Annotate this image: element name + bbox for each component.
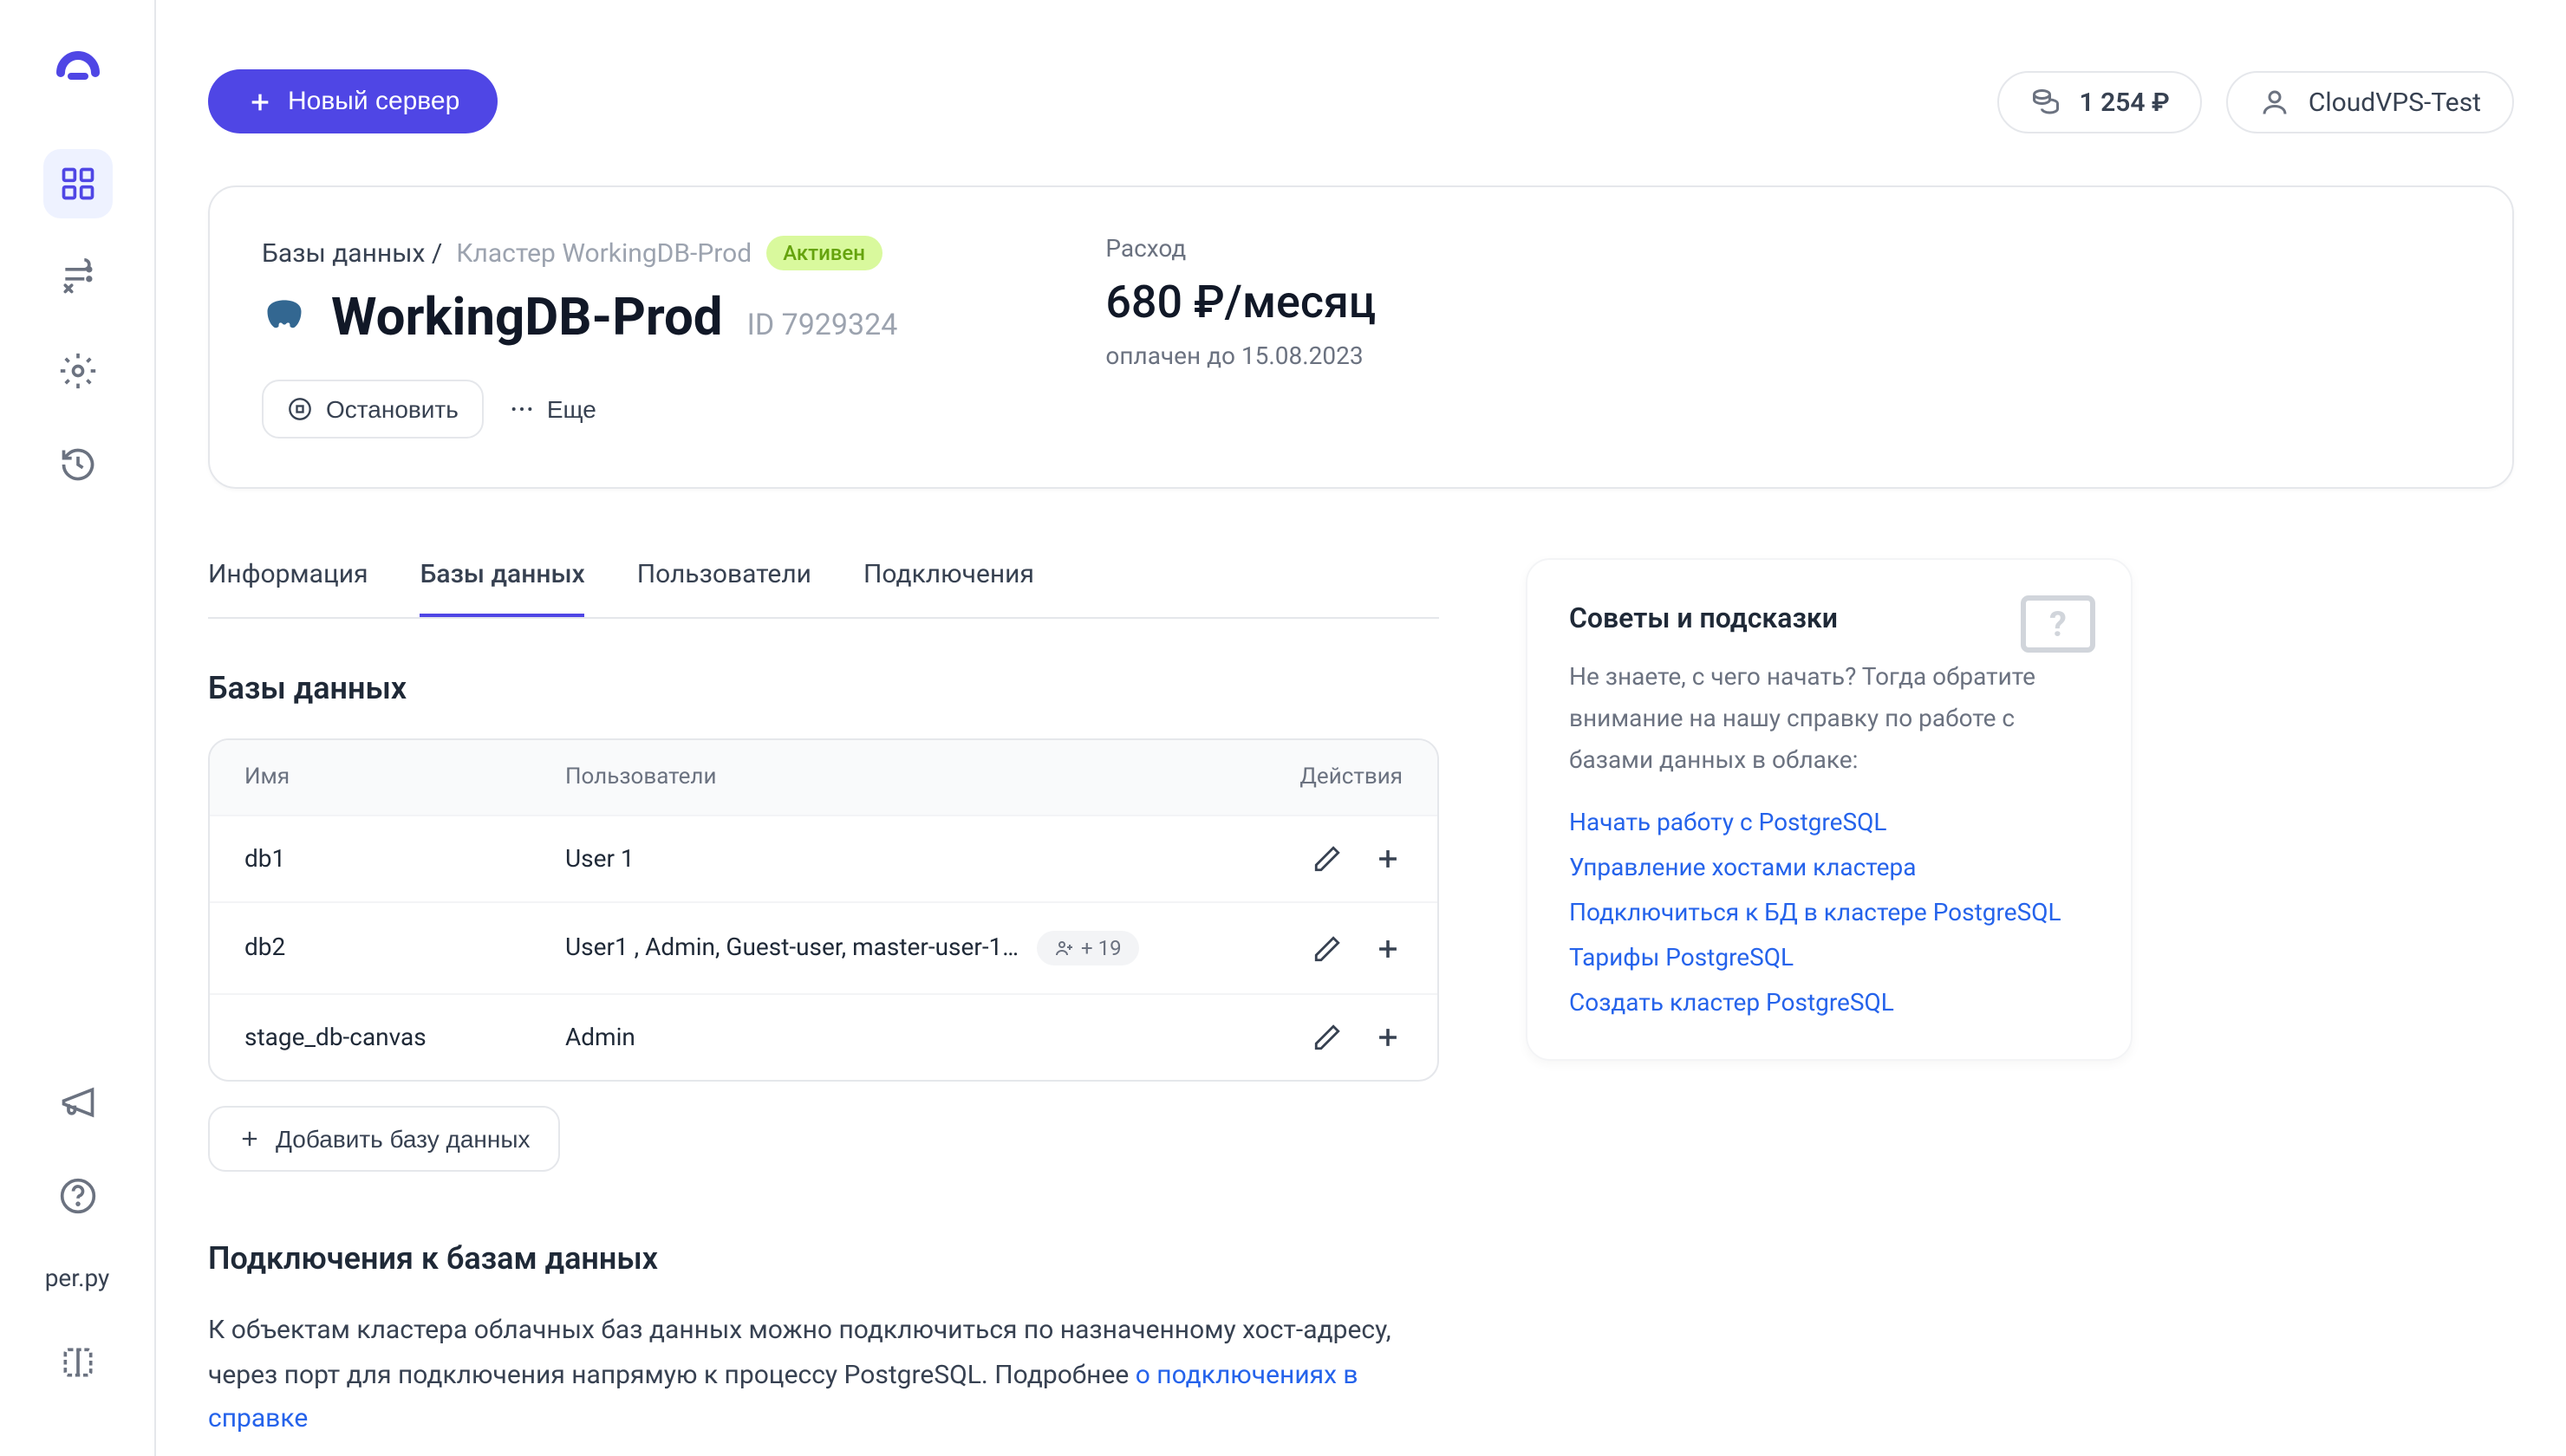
tips-title: Советы и подсказки <box>1569 601 2089 634</box>
stop-icon <box>288 397 312 421</box>
edit-button[interactable] <box>1312 933 1342 963</box>
tips-text: Не знаете, с чего начать? Тогда обратите… <box>1569 659 2089 783</box>
tab-databases[interactable]: Базы данных <box>420 558 585 617</box>
db-name: stage_db-canvas <box>244 1024 565 1051</box>
add-database-button[interactable]: Добавить базу данных <box>208 1106 559 1172</box>
pencil-icon <box>1312 933 1342 963</box>
topbar: Новый сервер 1 254 ₽ CloudVPS-Test <box>208 69 2514 133</box>
user-icon <box>2260 86 2291 117</box>
add-button[interactable] <box>1373 933 1403 963</box>
db-users: Admin <box>565 1024 635 1051</box>
nav-dashboard-icon[interactable] <box>42 149 112 218</box>
expense-until: оплачен до 15.08.2023 <box>1105 343 1376 371</box>
sidebar: per.py <box>0 0 156 1456</box>
col-name: Имя <box>244 764 565 790</box>
plus-icon <box>1373 844 1403 874</box>
plus-icon <box>238 1127 262 1151</box>
databases-table: Имя Пользователи Действия db1 User 1 db2 <box>208 738 1439 1082</box>
coins-icon <box>2030 86 2061 117</box>
nav-history-icon[interactable] <box>42 430 112 499</box>
pencil-icon <box>1312 844 1342 874</box>
more-users-badge[interactable]: + 19 <box>1036 931 1139 965</box>
nav-collapse-icon[interactable] <box>42 1328 112 1397</box>
status-badge: Активен <box>765 236 882 270</box>
postgresql-icon <box>262 296 307 341</box>
add-button[interactable] <box>1373 1023 1403 1052</box>
plus-icon <box>1373 1023 1403 1052</box>
col-users: Пользователи <box>565 764 1247 790</box>
nav-announcement-icon[interactable] <box>42 1068 112 1137</box>
db-users: User 1 <box>565 845 635 873</box>
help-icon: ? <box>2020 595 2096 664</box>
table-row: db2 User1 , Admin, Guest-user, master-us… <box>210 901 1437 993</box>
more-label: Еще <box>547 395 596 423</box>
new-server-label: Новый сервер <box>288 87 459 116</box>
databases-section-title: Базы данных <box>208 671 1439 707</box>
edit-button[interactable] <box>1312 1023 1342 1052</box>
add-database-label: Добавить базу данных <box>276 1125 530 1153</box>
tabs: Информация Базы данных Пользователи Подк… <box>208 558 1439 619</box>
more-button[interactable]: Еще <box>509 395 596 423</box>
new-server-button[interactable]: Новый сервер <box>208 69 498 133</box>
dots-icon <box>509 395 537 423</box>
breadcrumb-current: Кластер WorkingDB-Prod <box>456 237 752 269</box>
file-label: per.py <box>45 1265 110 1293</box>
nav-settings-icon[interactable] <box>42 336 112 406</box>
breadcrumb: Базы данных / Кластер WorkingDB-Prod Акт… <box>262 236 897 270</box>
account-name: CloudVPS-Test <box>2309 86 2481 117</box>
tips-link[interactable]: Создать кластер PostgreSQL <box>1569 991 2089 1018</box>
tab-info[interactable]: Информация <box>208 558 368 617</box>
tips-link[interactable]: Тарифы PostgreSQL <box>1569 946 2089 973</box>
balance-amount: 1 254 ₽ <box>2079 86 2169 117</box>
pencil-icon <box>1312 1023 1342 1052</box>
table-row: stage_db-canvas Admin <box>210 993 1437 1080</box>
col-actions: Действия <box>1247 764 1403 790</box>
breadcrumb-root[interactable]: Базы данных / <box>262 237 442 269</box>
cluster-card: Базы данных / Кластер WorkingDB-Prod Акт… <box>208 185 2514 489</box>
stop-label: Остановить <box>326 395 459 423</box>
svg-text:?: ? <box>2049 604 2067 645</box>
db-name: db2 <box>244 934 565 962</box>
tips-card: ? Советы и подсказки Не знаете, с чего н… <box>1526 558 2133 1062</box>
logo <box>46 35 108 97</box>
cluster-title: WorkingDB-Prod <box>331 288 723 348</box>
connections-text: К объектам кластера облачных баз данных … <box>208 1309 1439 1441</box>
user-plus-icon <box>1053 938 1074 959</box>
table-row: db1 User 1 <box>210 815 1437 901</box>
stop-button[interactable]: Остановить <box>262 380 485 439</box>
nav-servers-icon[interactable] <box>42 243 112 312</box>
db-name: db1 <box>244 845 565 873</box>
connections-section-title: Подключения к базам данных <box>208 1241 1439 1277</box>
add-button[interactable] <box>1373 844 1403 874</box>
tab-users[interactable]: Пользователи <box>637 558 811 617</box>
plus-icon <box>1373 933 1403 963</box>
tips-link[interactable]: Подключиться к БД в кластере PostgreSQL <box>1569 900 2089 928</box>
nav-help-icon[interactable] <box>42 1161 112 1231</box>
tips-link[interactable]: Начать работу с PostgreSQL <box>1569 810 2089 838</box>
expense-amount: 680 ₽/месяц <box>1105 277 1376 329</box>
expense-label: Расход <box>1105 236 1376 263</box>
tab-connections[interactable]: Подключения <box>863 558 1034 617</box>
tips-link[interactable]: Управление хостами кластера <box>1569 855 2089 883</box>
balance-pill[interactable]: 1 254 ₽ <box>1997 70 2202 133</box>
account-pill[interactable]: CloudVPS-Test <box>2227 70 2514 133</box>
main: Новый сервер 1 254 ₽ CloudVPS-Test Базы … <box>156 0 2566 1456</box>
cluster-id: ID 7929324 <box>747 309 898 343</box>
db-users: User1 , Admin, Guest-user, master-user-1… <box>565 934 1019 962</box>
edit-button[interactable] <box>1312 844 1342 874</box>
